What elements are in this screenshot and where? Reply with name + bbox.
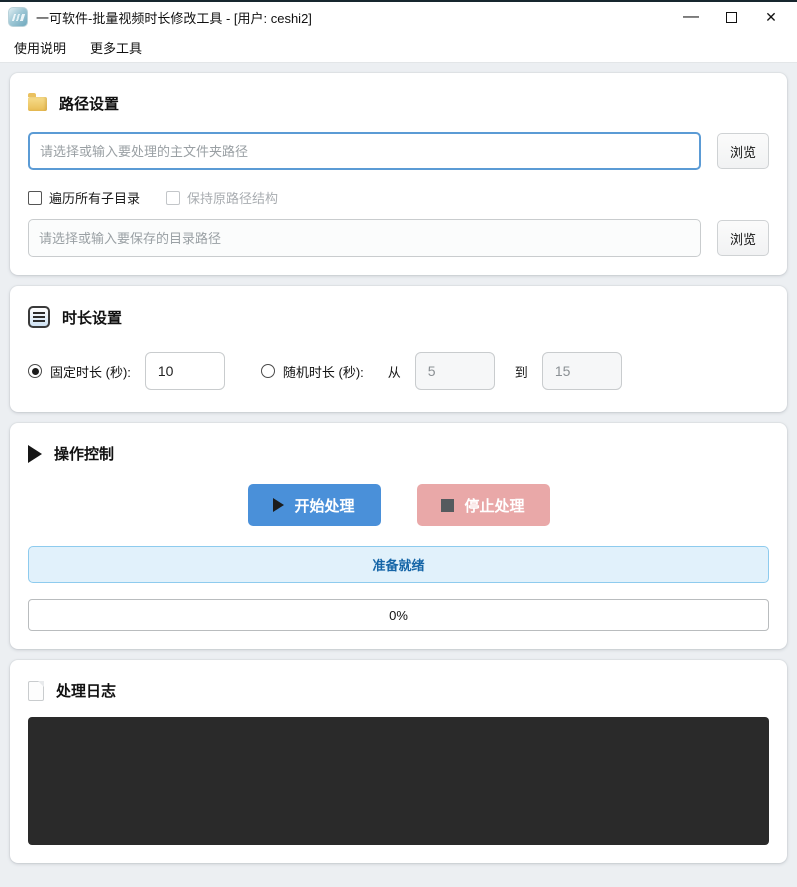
from-label: 从 <box>387 364 401 380</box>
output-path-input[interactable] <box>28 219 701 257</box>
status-bar: 准备就绪 <box>28 546 769 583</box>
random-min-input[interactable] <box>414 352 495 390</box>
keep-structure-checkbox-label: 保持原路径结构 <box>187 191 279 206</box>
menubar: 使用说明 更多工具 <box>0 32 797 63</box>
operation-control-card: 操作控制 开始处理 停止处理 准备就绪 0% <box>10 423 787 649</box>
stop-button-label: 停止处理 <box>464 497 525 515</box>
action-buttons-row: 开始处理 停止处理 <box>28 484 769 526</box>
window-controls: — ✕ <box>671 3 791 31</box>
progress-bar: 0% <box>28 599 769 631</box>
duration-settings-card: 时长设置 固定时长 (秒): 随机时长 (秒): 从 到 <box>10 286 787 412</box>
titlebar: 一可软件-批量视频时长修改工具 - [用户: ceshi2] — ✕ <box>0 2 797 32</box>
random-max-input[interactable] <box>541 352 622 390</box>
stop-processing-button[interactable]: 停止处理 <box>416 484 550 526</box>
close-button[interactable]: ✕ <box>751 3 791 31</box>
output-browse-button[interactable]: 浏览 <box>717 220 769 256</box>
status-text: 准备就绪 <box>372 558 425 573</box>
progress-text: 0% <box>389 607 408 623</box>
log-header: 处理日志 <box>28 674 769 705</box>
minimize-button[interactable]: — <box>671 3 711 31</box>
duration-settings-title: 时长设置 <box>62 309 123 327</box>
random-duration-radio[interactable] <box>260 364 275 378</box>
play-icon <box>28 444 42 463</box>
source-path-input[interactable] <box>28 132 701 170</box>
output-path-row: 浏览 <box>28 219 769 257</box>
log-title: 处理日志 <box>56 683 117 700</box>
checkbox-unchecked-icon <box>28 190 42 205</box>
path-settings-title: 路径设置 <box>59 96 120 113</box>
to-label: 到 <box>514 364 528 380</box>
fixed-duration-label: 固定时长 (秒): <box>50 364 131 380</box>
duration-settings-header: 时长设置 <box>28 300 769 332</box>
folder-icon <box>28 92 47 111</box>
checkbox-row: 遍历所有子目录 保持原路径结构 <box>28 188 769 207</box>
path-settings-card: 路径设置 浏览 遍历所有子目录 保持原路径结构 浏览 <box>10 73 787 275</box>
maximize-icon <box>725 11 737 23</box>
start-processing-button[interactable]: 开始处理 <box>247 484 381 526</box>
log-output-area[interactable] <box>28 717 769 845</box>
window-title: 一可软件-批量视频时长修改工具 - [用户: ceshi2] <box>36 10 312 26</box>
source-path-row: 浏览 <box>28 132 769 170</box>
recursive-checkbox-label: 遍历所有子目录 <box>49 191 141 206</box>
source-browse-button[interactable]: 浏览 <box>717 133 769 169</box>
fixed-duration-radio[interactable] <box>28 364 42 378</box>
main-content: 路径设置 浏览 遍历所有子目录 保持原路径结构 浏览 <box>0 63 797 887</box>
keep-structure-checkbox: 保持原路径结构 <box>166 188 278 207</box>
start-button-label: 开始处理 <box>294 497 355 515</box>
stop-square-icon <box>441 498 455 512</box>
app-icon <box>8 7 28 27</box>
path-settings-header: 路径设置 <box>28 87 769 118</box>
fixed-duration-input[interactable] <box>144 352 225 390</box>
random-duration-label: 随机时长 (秒): <box>282 364 364 380</box>
checkbox-unchecked-icon <box>166 190 181 205</box>
duration-options-row: 固定时长 (秒): 随机时长 (秒): 从 到 <box>28 352 769 390</box>
list-icon <box>28 306 50 328</box>
menu-more-tools[interactable]: 更多工具 <box>80 33 152 62</box>
operation-control-title: 操作控制 <box>54 446 115 463</box>
log-card: 处理日志 <box>10 660 787 863</box>
start-play-icon <box>273 498 285 512</box>
menu-usage-instructions[interactable]: 使用说明 <box>4 33 76 62</box>
operation-control-header: 操作控制 <box>28 437 769 468</box>
maximize-button[interactable] <box>711 3 751 31</box>
app-window: 一可软件-批量视频时长修改工具 - [用户: ceshi2] — ✕ 使用说明 … <box>0 0 797 881</box>
recursive-checkbox[interactable]: 遍历所有子目录 <box>28 188 140 207</box>
document-icon <box>28 680 44 701</box>
